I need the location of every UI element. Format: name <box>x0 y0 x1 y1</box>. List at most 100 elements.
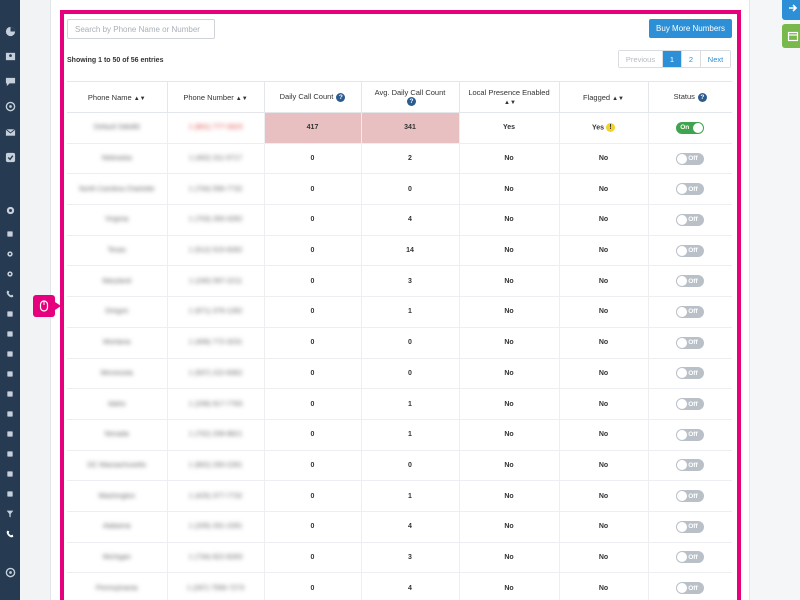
phone-name[interactable]: Texas <box>108 247 126 254</box>
pen-icon[interactable] <box>3 387 17 401</box>
phone-number[interactable]: 1 (801) 777-3323 <box>189 124 243 131</box>
cloud-icon[interactable] <box>3 487 17 501</box>
status-toggle[interactable]: Off <box>676 582 705 595</box>
phone-name[interactable]: Oregon <box>105 308 128 315</box>
phone-number[interactable]: 1 (512) 515-9282 <box>189 247 243 254</box>
settings-icon[interactable] <box>3 203 17 217</box>
phone-name[interactable]: Default Sdkdfd <box>94 124 140 131</box>
exchange-icon[interactable] <box>3 367 17 381</box>
column-header-local-presence[interactable]: Local Presence Enabled ▲▼ <box>458 81 559 113</box>
pagination-page-2[interactable]: 2 <box>682 51 701 67</box>
cell-status: Off <box>647 327 732 359</box>
table-row: Washington 1 (425) 377-7732 0 1 No No Off <box>67 480 732 512</box>
phone-number[interactable]: 1 (702) 208-8821 <box>189 431 243 438</box>
toggle-knob <box>677 460 688 471</box>
sliders-icon[interactable] <box>3 407 17 421</box>
phone-number[interactable]: 1 (205) 331-2281 <box>189 523 243 530</box>
status-toggle[interactable]: Off <box>676 213 705 226</box>
status-toggle[interactable]: Off <box>676 459 705 472</box>
image-icon[interactable] <box>3 307 17 321</box>
help-icon[interactable]: ? <box>697 92 707 102</box>
chat-icon[interactable] <box>3 74 17 88</box>
phone-name[interactable]: Minnesota <box>101 370 133 377</box>
phone-number[interactable]: 1 (703) 283-3282 <box>189 216 243 223</box>
check-icon[interactable] <box>3 150 17 164</box>
status-toggle[interactable]: Off <box>676 490 705 503</box>
toggle-label: Off <box>688 339 698 347</box>
phone-number[interactable]: 1 (425) 377-7732 <box>189 493 243 500</box>
phone-name[interactable]: Virginia <box>105 216 128 223</box>
phone-name[interactable]: Washington <box>98 493 135 500</box>
magic-icon[interactable] <box>3 327 17 341</box>
phone-name[interactable]: Idaho <box>108 401 126 408</box>
phone-name[interactable]: Alabama <box>103 523 131 530</box>
pagination-previous[interactable]: Previous <box>619 51 663 67</box>
code-brackets-icon[interactable] <box>3 447 17 461</box>
clock-icon[interactable] <box>3 467 17 481</box>
toggle-knob <box>677 399 688 410</box>
status-toggle[interactable]: Off <box>676 551 705 564</box>
tag-icon[interactable] <box>3 347 17 361</box>
lifebuoy-icon[interactable] <box>3 565 17 579</box>
status-toggle[interactable]: On <box>676 121 705 134</box>
cell-avg-daily-call-count: 0 <box>360 450 459 482</box>
filter-icon[interactable] <box>3 507 17 521</box>
column-header-flagged[interactable]: Flagged ▲▼ <box>558 81 648 113</box>
flagged-value: No <box>598 523 609 531</box>
phone-number[interactable]: 1 (406) 772-3231 <box>189 339 243 346</box>
status-toggle[interactable]: Off <box>676 520 705 533</box>
column-header-avg-daily-call-count[interactable]: Avg. Daily Call Count? <box>360 81 459 113</box>
pagination-next[interactable]: Next <box>701 51 730 67</box>
phone-number[interactable]: 1 (734) 822-8283 <box>189 554 243 561</box>
phone-number[interactable]: 1 (971) 379-1282 <box>189 308 243 315</box>
phone-name[interactable]: Pennsylvania <box>96 585 138 592</box>
pie-chart-icon[interactable] <box>3 24 17 38</box>
status-toggle[interactable]: Off <box>676 367 705 380</box>
share-icon[interactable] <box>782 0 800 20</box>
phone-name[interactable]: Nevada <box>105 431 129 438</box>
phone-number[interactable]: 1 (507) 222-8362 <box>189 370 243 377</box>
phone-name[interactable]: Michigan <box>103 554 131 561</box>
phone-name[interactable]: North Carolina Charlotte <box>79 186 154 193</box>
status-toggle[interactable]: Off <box>676 305 705 318</box>
phone-volume-icon[interactable] <box>3 527 17 541</box>
column-header-phone-name[interactable]: Phone Name ▲▼ <box>67 81 167 113</box>
contacts-icon[interactable] <box>3 49 17 63</box>
phone-number[interactable]: 1 (267) 7556-7273 <box>187 585 245 592</box>
mail-icon[interactable] <box>3 125 17 139</box>
status-toggle[interactable]: Off <box>676 183 705 196</box>
sync-icon[interactable] <box>3 99 17 113</box>
building-icon[interactable] <box>3 227 17 241</box>
status-toggle[interactable]: Off <box>676 244 705 257</box>
cell-local-presence: No <box>458 235 559 267</box>
status-toggle[interactable]: Off <box>676 152 705 165</box>
search-input[interactable] <box>67 19 215 39</box>
cell-local-presence: No <box>458 327 559 359</box>
code-icon[interactable] <box>3 427 17 441</box>
phone-icon[interactable] <box>3 287 17 301</box>
phone-number[interactable]: 1 (240) 597-2211 <box>189 278 242 285</box>
pagination-page-1[interactable]: 1 <box>663 51 682 67</box>
phone-number[interactable]: 1 (704) 556-7732 <box>189 186 243 193</box>
column-header-daily-call-count[interactable]: Daily Call Count? <box>263 81 361 113</box>
phone-number[interactable]: 1 (208) 917-7783 <box>189 401 243 408</box>
help-icon[interactable]: ? <box>407 97 416 107</box>
phone-name[interactable]: Nebraska <box>102 155 132 162</box>
help-icon[interactable]: ? <box>336 92 346 102</box>
status-toggle[interactable]: Off <box>676 275 705 288</box>
column-header-status[interactable]: Status? <box>647 81 732 113</box>
phone-name[interactable]: Montana <box>103 339 130 346</box>
phone-number[interactable]: 1 (402) 311-5717 <box>189 155 242 162</box>
cogs-icon[interactable] <box>3 267 17 281</box>
cog-icon[interactable] <box>3 247 17 261</box>
phone-name[interactable]: Maryland <box>102 278 131 285</box>
buy-more-numbers-button[interactable]: Buy More Numbers <box>649 19 732 38</box>
status-toggle[interactable]: Off <box>676 428 705 441</box>
phone-number[interactable]: 1 (802) 293-2281 <box>189 462 243 469</box>
status-toggle[interactable]: Off <box>676 398 705 411</box>
calendar-icon[interactable] <box>782 24 800 48</box>
column-header-phone-number[interactable]: Phone Number ▲▼ <box>166 81 264 113</box>
status-toggle[interactable]: Off <box>676 336 705 349</box>
phone-name[interactable]: DC Massachusetts <box>87 462 146 469</box>
cell-avg-daily-call-count: 1 <box>360 419 459 451</box>
